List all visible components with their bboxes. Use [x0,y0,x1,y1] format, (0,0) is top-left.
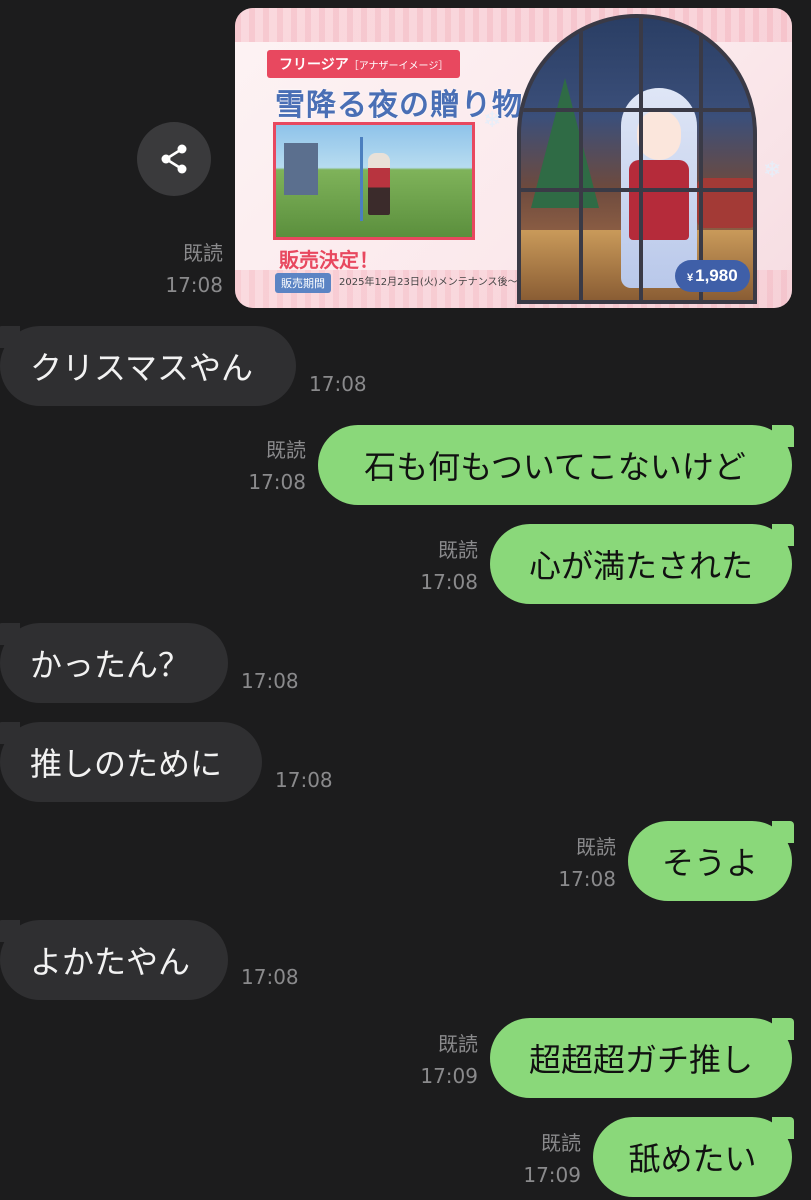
outgoing-message[interactable]: 石も何もついてこないけど [318,425,794,505]
image-message[interactable]: フリージア［アナザーイメージ］ 雪降る夜の贈り物 販売決定！ 販売期間 2025… [235,8,792,308]
read-receipt: 既読 [438,1032,478,1056]
message-time: 17:08 [241,965,299,989]
outgoing-message[interactable]: そうよ [628,821,794,901]
message-time: 17:08 [165,273,223,297]
message-time: 17:08 [248,470,306,494]
share-icon [161,144,187,174]
snowflake-icon: ❄ [483,108,502,133]
read-receipt: 既読 [438,538,478,562]
read-receipt: 既読 [576,835,616,859]
message-text: 推しのために [30,745,223,783]
message-text: 石も何もついてこないけど [364,448,746,486]
share-button[interactable] [137,122,211,196]
incoming-message[interactable]: よかたやん [0,920,228,1000]
incoming-message[interactable]: 推しのために [0,722,262,802]
gameplay-thumbnail [273,122,475,240]
message-text: クリスマスやん [30,349,254,387]
message-text: かったん？ [30,646,191,684]
message-text: 舐めたい [628,1140,757,1178]
message-time: 17:08 [309,372,367,396]
message-text: よかたやん [30,943,191,981]
outgoing-message[interactable]: 超超超ガチ推し [490,1018,794,1098]
message-time: 17:08 [241,669,299,693]
message-text: そうよ [661,844,758,882]
incoming-message[interactable]: かったん？ [0,623,228,703]
outgoing-message[interactable]: 心が満たされた [490,524,794,604]
variant-tag: ［アナザーイメージ］ [348,61,449,72]
character-tag: フリージア［アナザーイメージ］ [267,50,461,78]
message-time: 17:09 [420,1064,478,1088]
sale-label: 販売決定！ [279,248,379,272]
message-time: 17:09 [523,1163,581,1187]
outgoing-message[interactable]: 舐めたい [593,1117,794,1197]
price-badge: ¥1,980 [675,260,750,292]
snowflake-icon: ❄ [763,158,782,183]
message-text: 心が満たされた [528,547,753,585]
read-receipt: 既読 [541,1131,581,1155]
read-receipt: 既読 [266,438,306,462]
message-time: 17:08 [558,867,616,891]
message-time: 17:08 [420,570,478,594]
message-time: 17:08 [275,768,333,792]
read-receipt: 既読 [183,241,223,265]
character-name: フリージア [279,56,349,72]
period-label: 販売期間 [275,273,331,293]
incoming-message[interactable]: クリスマスやん [0,326,296,406]
message-text: 超超超ガチ推し [528,1041,753,1079]
